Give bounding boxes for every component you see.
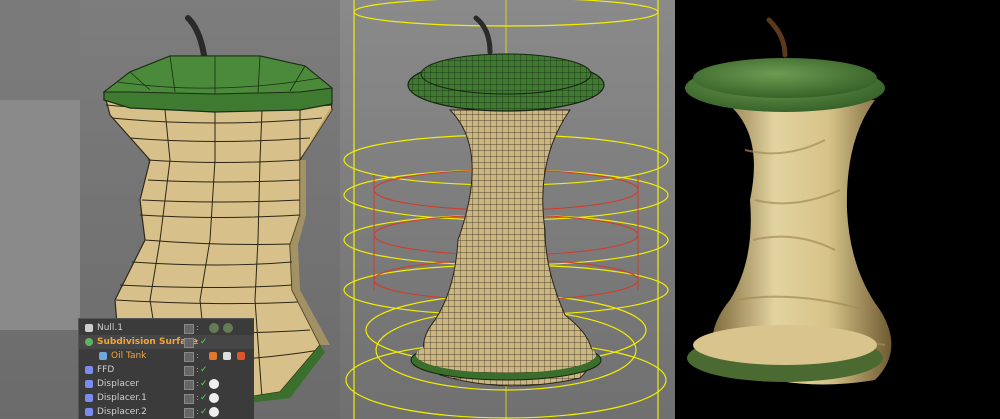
om-label: Displacer.2 (97, 407, 147, 417)
om-label: Displacer.1 (97, 393, 147, 403)
layer-swatch[interactable] (184, 366, 194, 376)
subdivision-icon (85, 338, 93, 346)
material-tag-icon[interactable] (237, 352, 245, 360)
material-tag-icon[interactable] (223, 323, 233, 333)
om-label: Displacer (97, 379, 140, 389)
checkmark-icon[interactable]: ✓ (200, 405, 208, 419)
material-tag-icon[interactable] (209, 393, 219, 403)
om-row-null[interactable]: Null.1 : (79, 321, 254, 335)
displacer-icon (85, 380, 93, 388)
texture-tag-icon[interactable] (223, 352, 231, 360)
polygon-object-icon (99, 352, 107, 360)
checkmark-icon[interactable]: ✓ (200, 377, 208, 391)
rendered-apple-core (685, 17, 892, 385)
three-view-comparison: Null.1 : Subdivision Surface : ✓ Oil Tan… (0, 0, 1000, 419)
layer-swatch[interactable] (184, 324, 194, 334)
material-tag-icon[interactable] (209, 407, 219, 417)
displacer-icon (85, 408, 93, 416)
stem (766, 17, 788, 58)
material-tag-icon[interactable] (209, 379, 219, 389)
checkmark-icon[interactable]: ✓ (200, 363, 208, 377)
phong-tag-icon[interactable] (209, 352, 217, 360)
ffd-icon (85, 366, 93, 374)
layer-swatch[interactable] (184, 380, 194, 390)
om-row-displacer-1[interactable]: Displacer.1 : ✓ (79, 391, 254, 405)
om-row-oil-tank[interactable]: Oil Tank : (79, 349, 254, 363)
om-label: Oil Tank (111, 351, 147, 361)
visibility-dots[interactable]: : (196, 321, 199, 335)
viewport-wireframe[interactable] (340, 0, 675, 419)
visibility-dots[interactable]: : (196, 377, 199, 391)
null-object-icon (85, 324, 93, 332)
layer-swatch[interactable] (184, 408, 194, 418)
stem (473, 15, 493, 55)
visibility-dots[interactable]: : (196, 363, 199, 377)
om-label: Null.1 (97, 323, 124, 333)
om-row-displacer-2[interactable]: Displacer.2 : ✓ (79, 405, 254, 419)
wireframe-apple-core (343, 0, 669, 419)
om-row-subdivision[interactable]: Subdivision Surface : ✓ (79, 335, 254, 349)
layer-swatch[interactable] (184, 352, 194, 362)
checkmark-icon[interactable]: ✓ (200, 335, 208, 349)
visibility-dots[interactable]: : (196, 349, 199, 363)
om-row-ffd[interactable]: FFD : ✓ (79, 363, 254, 377)
render-view (675, 0, 1000, 419)
om-label: FFD (97, 365, 115, 375)
visibility-dots[interactable]: : (196, 405, 199, 419)
visibility-dots[interactable]: : (196, 335, 199, 349)
om-row-displacer[interactable]: Displacer : ✓ (79, 377, 254, 391)
visibility-dots[interactable]: : (196, 391, 199, 405)
material-tag-icon[interactable] (209, 323, 219, 333)
checkmark-icon[interactable]: ✓ (200, 391, 208, 405)
displacer-icon (85, 394, 93, 402)
om-label: Subdivision Surface (97, 337, 198, 347)
object-manager: Null.1 : Subdivision Surface : ✓ Oil Tan… (78, 318, 254, 419)
layer-swatch[interactable] (184, 338, 194, 348)
layer-swatch[interactable] (184, 394, 194, 404)
